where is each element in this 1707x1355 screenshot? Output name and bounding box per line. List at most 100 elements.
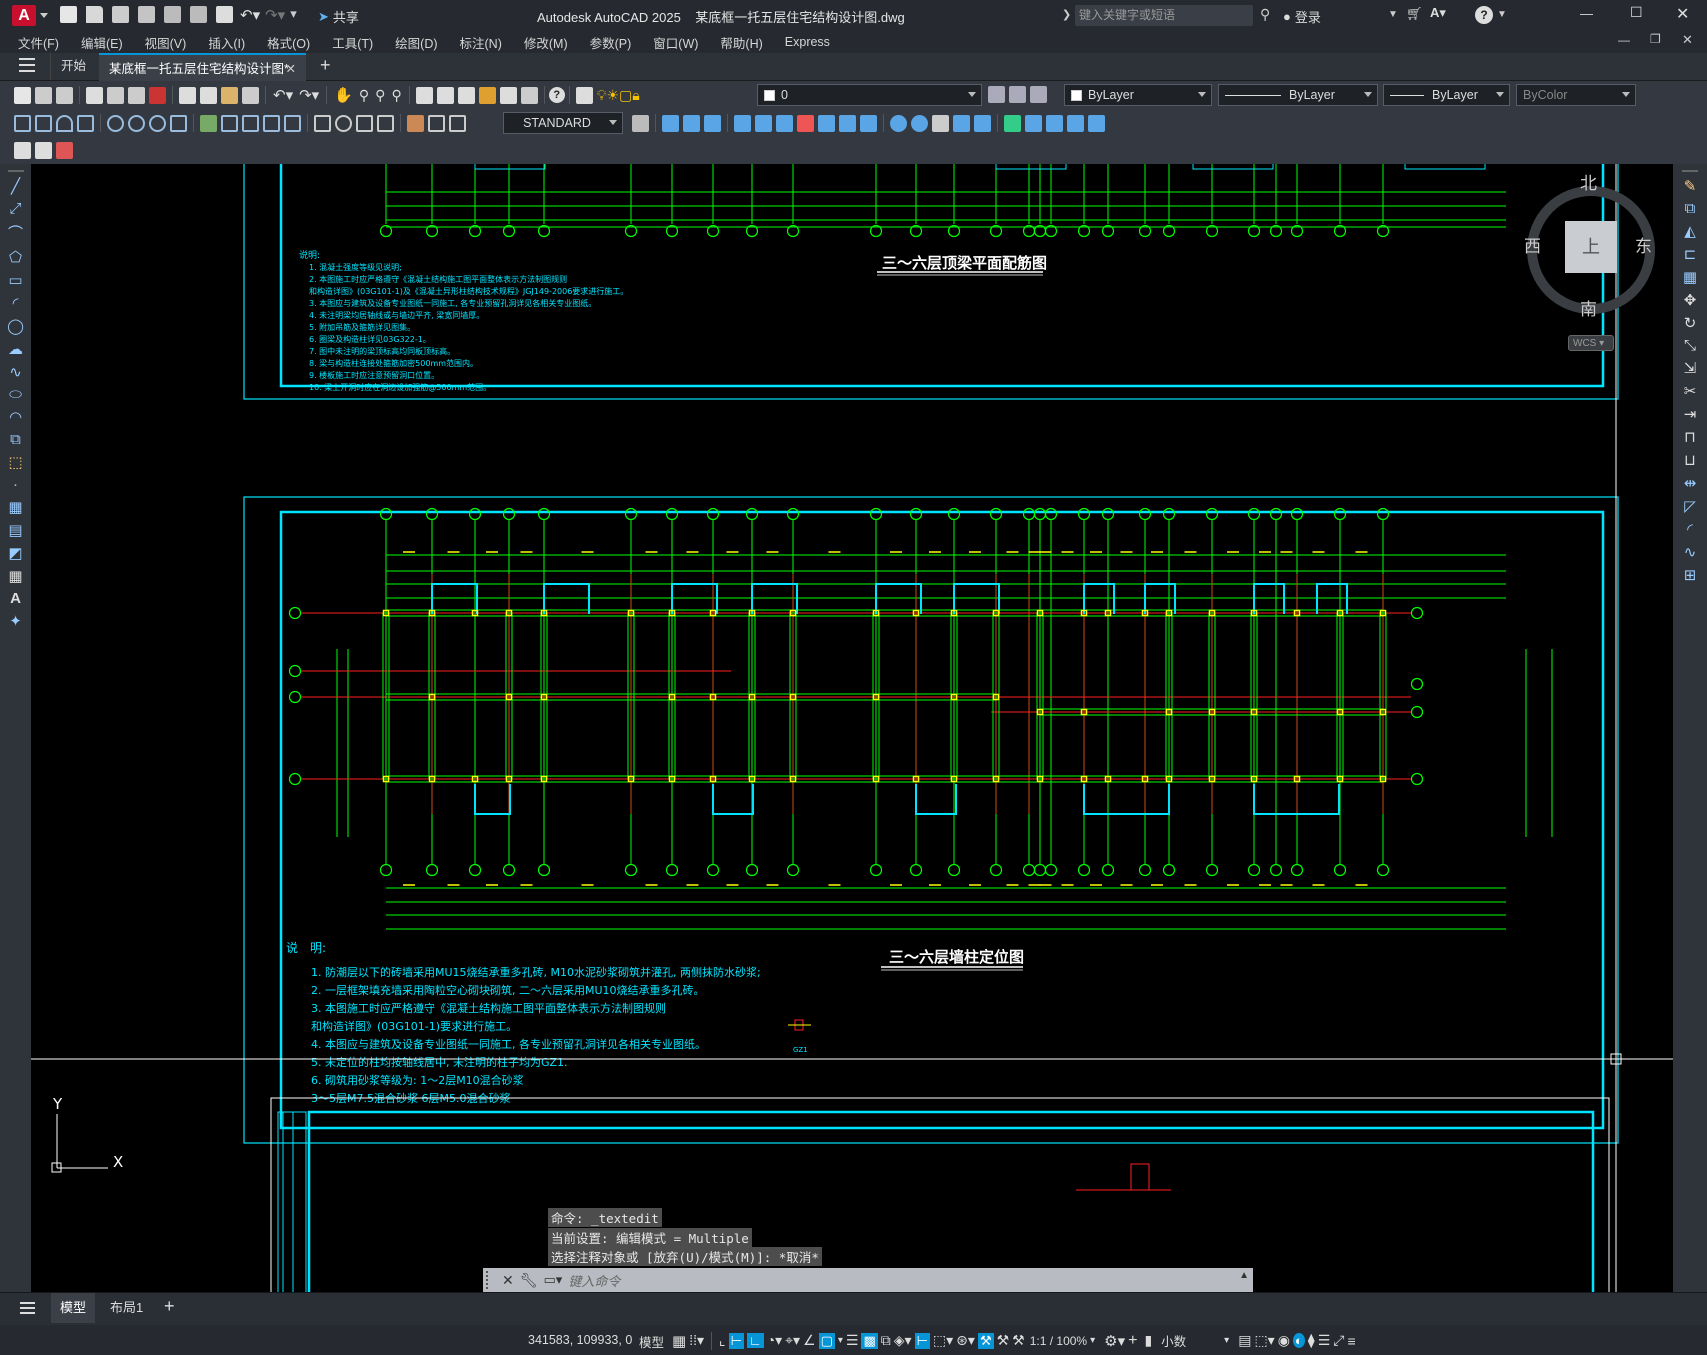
layer-state-icons[interactable]: 💡︎☀▢🔒︎ <box>597 87 640 104</box>
menu-tools[interactable]: 工具(T) <box>321 33 384 52</box>
dim-space-icon[interactable] <box>263 114 280 132</box>
command-expand-icon[interactable]: ▲ <box>1239 1270 1249 1281</box>
array-icon[interactable]: ▦ <box>1683 268 1697 286</box>
zoom-window-icon[interactable]: ⚲ <box>375 87 385 104</box>
scale-icon[interactable]: ⤡ <box>1684 337 1696 354</box>
polar-icon[interactable]: ◔▾ <box>767 1332 782 1349</box>
redo-icon[interactable]: ↷▾ <box>299 86 319 104</box>
arc-icon[interactable]: ◜ <box>13 294 19 312</box>
orbit-icon[interactable] <box>890 114 907 132</box>
minimize-button[interactable]: — <box>1580 6 1593 21</box>
ucs-world-icon[interactable] <box>755 114 772 132</box>
polyline-icon[interactable]: ⌒ <box>8 222 23 243</box>
circle-icon[interactable]: ◯ <box>7 317 24 335</box>
open-icon[interactable] <box>86 6 103 23</box>
zoom-previous-icon[interactable]: ⚲ <box>391 87 401 104</box>
tab-start[interactable]: 开始 <box>50 53 96 80</box>
dimstyle-icon[interactable] <box>632 114 649 132</box>
match-prop-icon[interactable] <box>242 86 259 104</box>
transparency-icon[interactable]: ▩ <box>861 1332 878 1349</box>
units-dropdown[interactable]: 小数 <box>1161 1331 1221 1350</box>
plotstyle-dropdown[interactable]: ByColor <box>1516 84 1636 106</box>
blend-icon[interactable]: ∿ <box>1684 543 1697 561</box>
view-left-icon[interactable] <box>704 114 721 132</box>
ucs-z-icon[interactable] <box>839 114 856 132</box>
command-input[interactable]: 键入命令 <box>568 1271 620 1290</box>
layout-menu-icon[interactable] <box>20 1302 35 1314</box>
ucs-icon[interactable] <box>734 114 751 132</box>
doc-close-button[interactable]: ✕ <box>1682 32 1693 48</box>
command-recent-icon[interactable]: ▭▾ <box>544 1272 563 1288</box>
dim-break-icon[interactable] <box>284 114 301 132</box>
share-button[interactable]: ➤ 共享 <box>318 7 359 26</box>
tab-close-icon[interactable]: ✕ <box>286 55 296 83</box>
layer-properties-icon[interactable] <box>575 86 593 104</box>
free-orbit-icon[interactable] <box>911 114 928 132</box>
dim-arc-icon[interactable] <box>56 114 73 132</box>
menu-insert[interactable]: 插入(I) <box>197 33 256 52</box>
dim-text-edit-icon[interactable] <box>428 114 445 132</box>
attribute-icon[interactable] <box>35 142 52 159</box>
mobile-icon[interactable] <box>190 6 207 23</box>
new-layout-button[interactable]: + <box>164 1296 175 1317</box>
new-icon[interactable] <box>60 6 77 23</box>
menu-edit[interactable]: 编辑(E) <box>70 33 134 52</box>
object-snap-tracking-icon[interactable]: ∠ <box>803 1332 816 1349</box>
help-icon[interactable]: ? <box>548 87 565 103</box>
osnap-dropdown-icon[interactable]: ▾ <box>838 1335 843 1346</box>
menu-express[interactable]: Express <box>774 35 841 49</box>
make-current-icon[interactable] <box>988 86 1005 103</box>
command-grip-icon[interactable] <box>486 1271 496 1289</box>
hamburger-menu-icon[interactable] <box>19 58 35 72</box>
model-space-button[interactable]: 模型 <box>639 1332 664 1351</box>
dimstyle-dropdown[interactable]: STANDARD <box>503 112 623 134</box>
menu-parametric[interactable]: 参数(P) <box>579 33 643 52</box>
tolerance-icon[interactable] <box>314 114 331 132</box>
save-icon[interactable] <box>56 86 73 104</box>
offset-icon[interactable]: ⊏ <box>1684 245 1697 263</box>
ucs-apply-icon[interactable] <box>1088 114 1105 132</box>
paste-icon[interactable] <box>221 86 238 104</box>
doc-minimize-button[interactable]: — <box>1618 33 1630 47</box>
color-dropdown[interactable]: ByLayer <box>1064 84 1212 106</box>
web-save-icon[interactable] <box>164 6 181 23</box>
mirror-icon[interactable]: ◭ <box>1684 222 1696 240</box>
viewcube-top-face[interactable]: 上 <box>1565 221 1617 273</box>
viewcube-west[interactable]: 西 <box>1524 232 1541 257</box>
menu-dimension[interactable]: 标注(N) <box>449 33 513 52</box>
quick-dim-icon[interactable] <box>200 114 217 132</box>
annotation-scale-icon[interactable]: ⚒ <box>1012 1332 1025 1349</box>
command-close-icon[interactable]: ✕ <box>502 1272 514 1289</box>
move-icon[interactable]: ✥ <box>1684 291 1697 309</box>
plot-icon[interactable] <box>86 86 103 104</box>
construction-line-icon[interactable]: ⤢ <box>9 200 21 217</box>
erase-icon[interactable]: ✎ <box>1684 177 1697 195</box>
fullscreen-icon[interactable]: ⤢ <box>1333 1332 1344 1349</box>
menu-view[interactable]: 视图(V) <box>134 33 198 52</box>
preview-icon[interactable] <box>107 86 124 104</box>
new-tab-button[interactable]: + <box>320 55 331 76</box>
object-snap-icon[interactable]: ▢ <box>818 1332 835 1349</box>
doc-restore-button[interactable]: ❐ <box>1650 32 1661 46</box>
rotate-icon[interactable]: ↻ <box>1684 314 1697 332</box>
publish-icon[interactable] <box>128 86 145 104</box>
wcs-menu[interactable]: WCS ▾ <box>1568 335 1614 351</box>
autocad-logo[interactable]: A <box>12 5 36 26</box>
tool-palettes-icon[interactable] <box>457 86 475 104</box>
help-dropdown-icon[interactable]: ▼ <box>1497 9 1507 20</box>
autodesk-app-icon[interactable]: A▾ <box>1430 5 1446 21</box>
table-icon[interactable]: ▦ <box>8 567 22 585</box>
save-icon[interactable] <box>112 6 129 23</box>
tab-layout1[interactable]: 布局1 <box>100 1293 153 1323</box>
walk-icon[interactable] <box>974 114 991 132</box>
grid-icon[interactable]: ▦ <box>672 1332 686 1350</box>
qa-dropdown-icon[interactable]: ▾ <box>290 6 297 24</box>
ucs-view-icon[interactable] <box>860 114 877 132</box>
design-center-icon[interactable] <box>436 86 454 104</box>
isodraft-icon[interactable]: ⌖▾ <box>785 1332 800 1349</box>
app-menu-arrow-icon[interactable] <box>40 13 48 18</box>
ellipse-icon[interactable]: ⬭ <box>9 386 22 403</box>
center-mark-icon[interactable] <box>335 114 352 132</box>
view-front-icon[interactable] <box>662 114 679 132</box>
quick-properties-icon[interactable]: ▤ <box>1238 1332 1251 1349</box>
